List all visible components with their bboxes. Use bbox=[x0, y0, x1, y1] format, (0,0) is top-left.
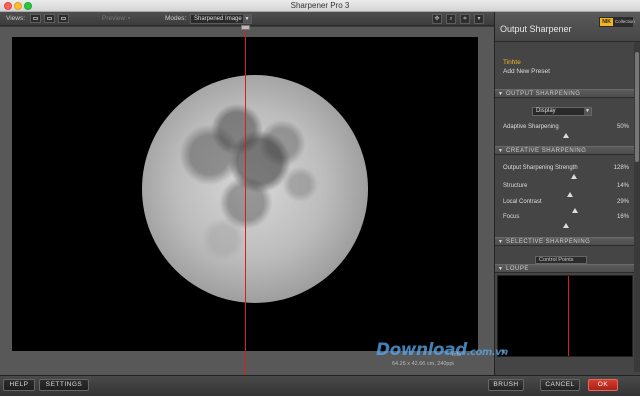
collapse-triangle-icon: ▼ bbox=[498, 91, 503, 97]
window-title: Sharpener Pro 3 bbox=[290, 1, 350, 10]
bottom-bar: HELP SETTINGS BRUSH CANCEL OK bbox=[0, 375, 640, 396]
loupe-divider bbox=[568, 276, 569, 356]
control-points-button[interactable]: Control Points bbox=[535, 256, 587, 264]
preset-item-active[interactable]: Tinhte bbox=[503, 59, 521, 66]
ok-button[interactable]: OK bbox=[588, 379, 618, 391]
slider-focus[interactable]: Focus 16% bbox=[503, 214, 629, 230]
collapse-triangle-icon: ▼ bbox=[498, 148, 503, 154]
moon-image bbox=[142, 75, 368, 303]
preview-label: Preview: bbox=[102, 15, 127, 22]
slider-thumb[interactable] bbox=[563, 223, 569, 228]
side-by-side-view-icon[interactable] bbox=[58, 14, 69, 23]
slider-structure[interactable]: Structure 14% bbox=[503, 183, 629, 199]
brush-button[interactable]: BRUSH bbox=[488, 379, 524, 391]
panel-header: NIK Collection Output Sharpener bbox=[495, 12, 640, 42]
display-select[interactable]: Display ▼ bbox=[532, 107, 592, 116]
chevron-down-icon: ▼ bbox=[584, 108, 591, 115]
section-loupe[interactable]: ▼ LOUPE bbox=[495, 264, 635, 273]
slider-thumb[interactable] bbox=[570, 174, 577, 179]
crop-icon[interactable]: ⌗ bbox=[460, 14, 470, 24]
slider-local-contrast[interactable]: Local Contrast 29% bbox=[503, 199, 629, 215]
divider-handle[interactable] bbox=[241, 25, 250, 30]
cancel-button[interactable]: CANCEL bbox=[540, 379, 580, 391]
zoom-icon[interactable]: ⌕ bbox=[446, 14, 456, 24]
hand-icon[interactable]: ✥ bbox=[432, 14, 442, 24]
mode-select[interactable]: Sharpened Image ▼ bbox=[190, 14, 252, 24]
watermark-logo: Download.com.vn bbox=[376, 340, 508, 360]
split-preview-divider[interactable] bbox=[245, 27, 246, 375]
section-selective-sharpening[interactable]: ▼ SELECTIVE SHARPENING bbox=[495, 237, 635, 246]
slider-adaptive-sharpening[interactable]: Adaptive Sharpening 50% bbox=[503, 124, 629, 140]
slider-thumb[interactable] bbox=[571, 208, 578, 213]
settings-panel: NIK Collection Output Sharpener Tinhte A… bbox=[494, 12, 640, 375]
chevron-down-icon: ▼ bbox=[243, 15, 251, 23]
split-view-icon[interactable] bbox=[44, 14, 55, 23]
image-dimensions: 64.26 x 42.66 cm, 240ppi bbox=[392, 361, 454, 367]
help-button[interactable]: HELP bbox=[3, 379, 35, 391]
info-icon[interactable]: ▾ bbox=[474, 14, 484, 24]
panel-scrollbar[interactable] bbox=[634, 42, 640, 372]
views-label: Views: bbox=[6, 15, 26, 22]
single-view-icon[interactable] bbox=[30, 14, 41, 23]
preview-checkbox-icon[interactable]: ▪ bbox=[128, 15, 130, 22]
section-output-sharpening[interactable]: ▼ OUTPUT SHARPENING bbox=[495, 89, 635, 98]
scrollbar-thumb[interactable] bbox=[635, 52, 639, 162]
section-creative-sharpening[interactable]: ▼ CREATIVE SHARPENING bbox=[495, 146, 635, 155]
image-canvas[interactable] bbox=[0, 27, 494, 375]
modes-label: Modes: bbox=[165, 15, 187, 22]
title-bar: Sharpener Pro 3 bbox=[0, 0, 640, 12]
add-preset-link[interactable]: Add New Preset bbox=[503, 68, 550, 75]
collapse-triangle-icon: ▼ bbox=[498, 266, 503, 272]
settings-button[interactable]: SETTINGS bbox=[39, 379, 89, 391]
collapse-triangle-icon: ▼ bbox=[498, 239, 503, 245]
panel-title: Output Sharpener bbox=[500, 24, 572, 34]
loupe-preview[interactable]: ✎ bbox=[497, 275, 633, 357]
slider-thumb[interactable] bbox=[566, 192, 573, 197]
slider-thumb[interactable] bbox=[563, 133, 569, 138]
mode-select-value: Sharpened Image bbox=[194, 16, 242, 22]
toolbar: Views: Preview: ▪ Modes: Sharpened Image… bbox=[0, 12, 494, 26]
slider-output-sharpening-strength[interactable]: Output Sharpening Strength 128% bbox=[503, 165, 629, 181]
nik-collection-logo: NIK Collection bbox=[599, 17, 635, 27]
